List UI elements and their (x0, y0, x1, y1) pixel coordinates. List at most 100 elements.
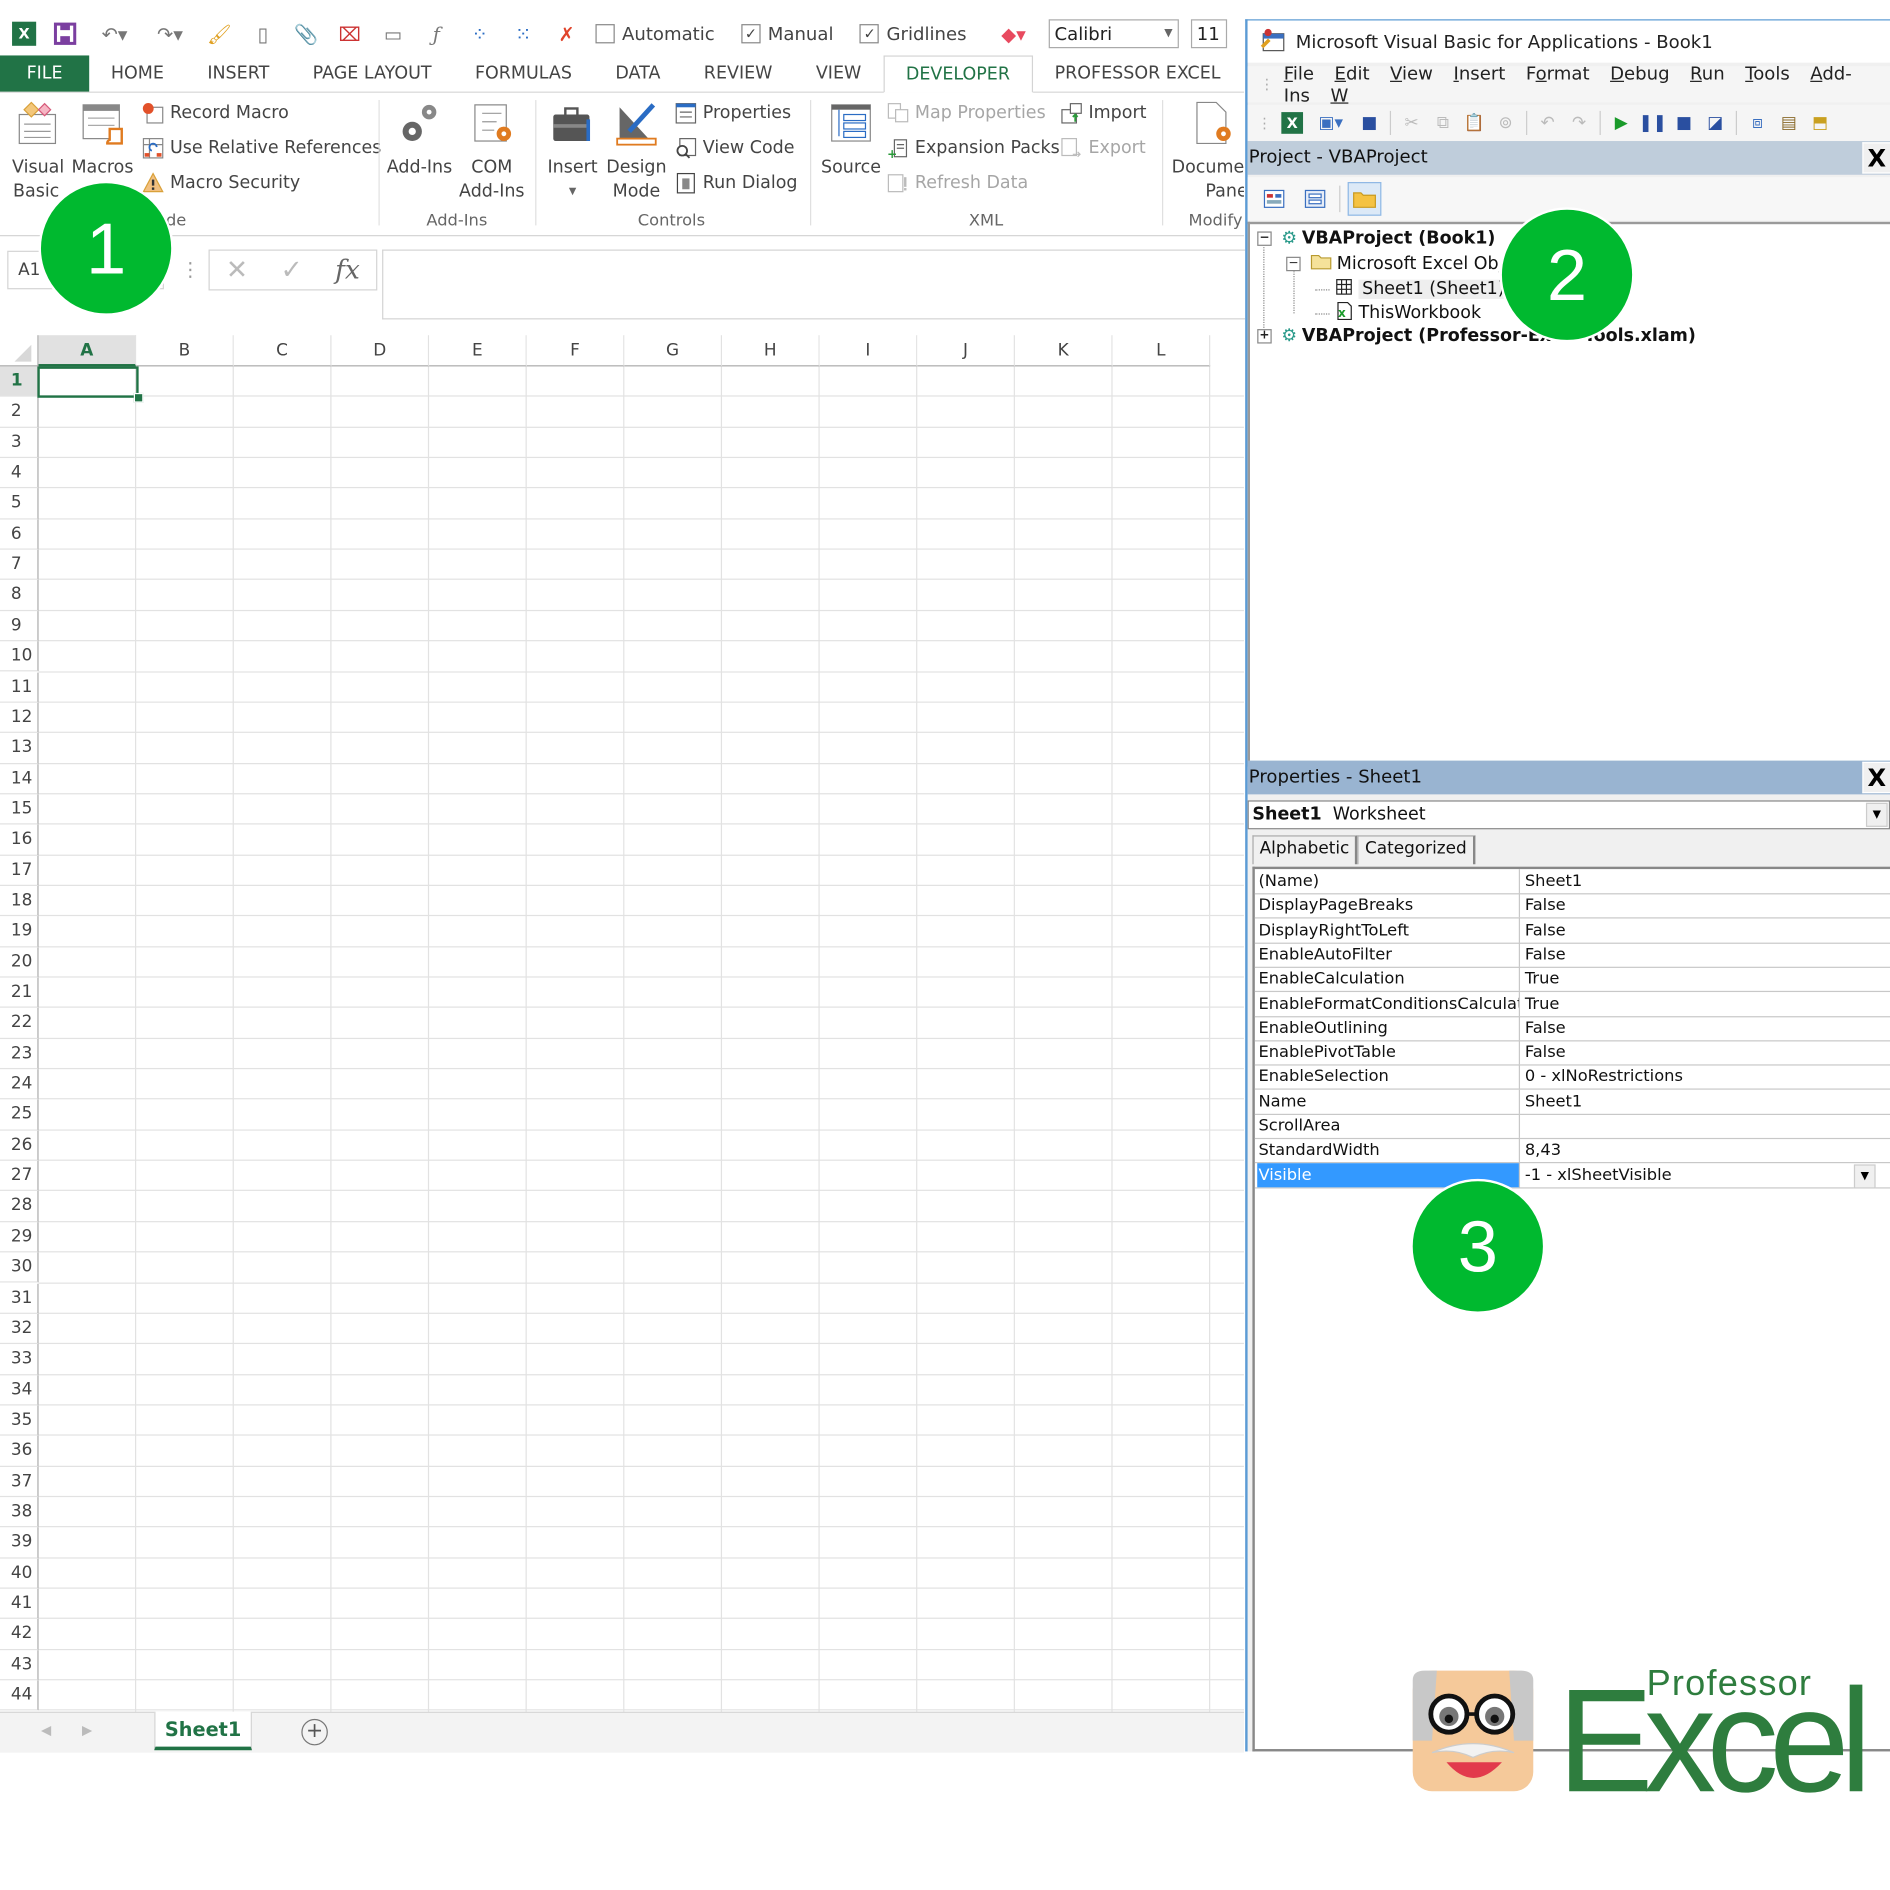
property-value[interactable]: -1 - xlSheetVisible (1522, 1163, 1890, 1187)
property-value[interactable]: False (1522, 942, 1890, 966)
tab-professor-excel[interactable]: PROFESSOR EXCEL (1033, 55, 1242, 91)
row-header-12[interactable]: 12 (0, 702, 39, 734)
row-header-30[interactable]: 30 (0, 1252, 39, 1284)
refresh-data-button[interactable]: Refresh Data (887, 172, 1028, 194)
tab-page-layout[interactable]: PAGE LAYOUT (291, 55, 453, 91)
property-row[interactable]: StandardWidth 8,43 (1254, 1138, 1890, 1164)
row-header-34[interactable]: 34 (0, 1374, 39, 1406)
view-code-button[interactable]: View Code (675, 137, 795, 159)
property-value[interactable]: 8,43 (1522, 1138, 1890, 1162)
row-header-25[interactable]: 25 (0, 1099, 39, 1131)
tab-data[interactable]: DATA (594, 55, 682, 91)
property-row[interactable]: EnableSelection 0 - xlNoRestrictions (1254, 1064, 1890, 1091)
toggle-folders-icon[interactable] (1347, 182, 1382, 216)
property-value[interactable] (1522, 1114, 1890, 1138)
row-header-41[interactable]: 41 (0, 1588, 39, 1620)
tab-developer[interactable]: DEVELOPER (882, 55, 1033, 93)
property-row[interactable]: (Name) Sheet1 (1254, 869, 1890, 895)
row-header-5[interactable]: 5 (0, 488, 39, 520)
confirm-formula-icon[interactable]: ✓ (281, 255, 303, 285)
collapse-icon[interactable]: − (1257, 231, 1272, 246)
design-mode-button[interactable]: Design Mode (605, 100, 668, 204)
property-row[interactable]: ScrollArea (1254, 1113, 1890, 1140)
column-header-i[interactable]: I (819, 335, 918, 367)
design-mode-icon[interactable]: ◪ (1704, 112, 1726, 134)
redo-icon[interactable]: ↷▾ (149, 19, 190, 48)
tab-categorized[interactable]: Categorized (1357, 835, 1476, 865)
undo-icon[interactable]: ↶ (1537, 112, 1559, 134)
new-sheet-icon[interactable]: + (301, 1718, 328, 1746)
insert-control-button[interactable]: Insert ▼ (542, 100, 602, 204)
vba-menu-item[interactable]: W (1330, 84, 1348, 106)
import-button[interactable]: Import (1061, 102, 1146, 124)
row-header-2[interactable]: 2 (0, 396, 39, 428)
tab-insert[interactable]: INSERT (186, 55, 291, 91)
column-header-h[interactable]: H (722, 335, 820, 367)
row-header-27[interactable]: 27 (0, 1160, 39, 1192)
row-header-15[interactable]: 15 (0, 794, 39, 825)
vba-menu-item[interactable]: Format (1526, 63, 1590, 85)
tab-alphabetic[interactable]: Alphabetic (1252, 835, 1358, 865)
font-name-select[interactable]: Calibri ▼ (1048, 19, 1179, 49)
tree-node-vbaproject-book1[interactable]: − ⚙ VBAProject (Book1) (1257, 229, 1495, 248)
vba-menu-item[interactable]: Insert (1453, 63, 1505, 85)
export-button[interactable]: Export (1061, 137, 1146, 159)
vba-menu-item[interactable]: Run (1690, 63, 1725, 85)
function-icon[interactable]: ƒ (422, 19, 451, 48)
addins-button[interactable]: Add-Ins (383, 100, 455, 180)
row-header-17[interactable]: 17 (0, 855, 39, 886)
tab-review[interactable]: REVIEW (682, 55, 794, 91)
cancel-formula-icon[interactable]: ✕ (226, 255, 248, 285)
row-header-19[interactable]: 19 (0, 916, 39, 948)
manual-checkbox[interactable]: ✓ Manual (741, 23, 833, 45)
tab-view[interactable]: VIEW (794, 55, 883, 91)
row-header-38[interactable]: 38 (0, 1497, 39, 1528)
property-row[interactable]: Visible -1 - xlSheetVisible ▼ (1254, 1162, 1890, 1189)
row-header-21[interactable]: 21 (0, 977, 39, 1009)
property-row[interactable]: Name Sheet1 (1254, 1089, 1890, 1115)
macro-security-button[interactable]: Macro Security (142, 172, 300, 194)
redo-icon[interactable]: ↷ (1568, 112, 1590, 134)
row-header-33[interactable]: 33 (0, 1344, 39, 1375)
row-header-8[interactable]: 8 (0, 580, 39, 611)
property-value[interactable]: Sheet1 (1522, 1089, 1890, 1113)
row-header-3[interactable]: 3 (0, 427, 39, 459)
column-header-d[interactable]: D (331, 335, 430, 367)
tree-node-excel-objects[interactable]: − Microsoft Excel Objects (1286, 253, 1498, 275)
row-header-23[interactable]: 23 (0, 1038, 39, 1070)
row-header-1[interactable]: 1 (0, 366, 39, 397)
tree-node-vbaproject-professor-excel[interactable]: + ⚙ VBAProject (Professor-Excel-Tools.xl… (1257, 327, 1696, 346)
formula-input[interactable] (382, 249, 1246, 320)
undo-icon[interactable]: ↶▾ (94, 19, 135, 48)
row-header-7[interactable]: 7 (0, 549, 39, 581)
trace-precedents-icon[interactable]: ⁘ (465, 19, 494, 48)
row-header-6[interactable]: 6 (0, 519, 39, 550)
tree-node-sheet1[interactable]: Sheet1 (Sheet1) (1315, 277, 1509, 301)
column-header-b[interactable]: B (136, 335, 234, 367)
document-icon[interactable]: ▭ (378, 19, 407, 48)
eraser-icon[interactable]: ◆▾ (993, 19, 1034, 48)
row-header-20[interactable]: 20 (0, 947, 39, 978)
source-button[interactable]: Source (817, 100, 885, 180)
vba-menu-item[interactable]: View (1390, 63, 1433, 85)
use-relative-references-button[interactable]: Use Relative References (142, 137, 381, 159)
font-size-select[interactable]: 11 (1190, 19, 1227, 49)
property-value[interactable]: False (1522, 918, 1890, 942)
macros-button[interactable]: Macros (70, 100, 135, 180)
property-value[interactable]: False (1522, 1040, 1890, 1064)
link-document-icon[interactable]: ▯ (248, 19, 277, 48)
expansion-packs-button[interactable]: + Expansion Packs (887, 137, 1060, 159)
reset-icon[interactable]: ■ (1673, 112, 1695, 134)
insert-userform-icon[interactable]: ▣▾ (1313, 112, 1349, 134)
collapse-icon[interactable]: − (1286, 256, 1301, 272)
row-header-29[interactable]: 29 (0, 1222, 39, 1253)
fill-handle[interactable] (133, 392, 144, 403)
column-header-f[interactable]: F (526, 335, 625, 367)
scroll-left-icon[interactable]: ◀ (41, 1723, 51, 1739)
project-explorer-icon[interactable]: ⧈ (1747, 112, 1769, 134)
row-header-43[interactable]: 43 (0, 1649, 39, 1681)
row-header-36[interactable]: 36 (0, 1435, 39, 1467)
view-code-icon[interactable] (1257, 182, 1291, 216)
select-all-corner[interactable] (0, 335, 39, 367)
row-header-42[interactable]: 42 (0, 1619, 39, 1650)
